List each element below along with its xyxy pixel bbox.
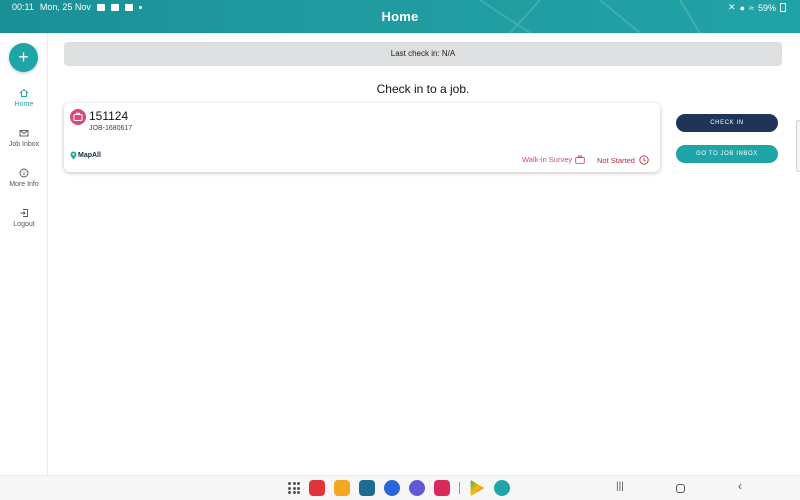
- sidebar-item-label: Job Inbox: [8, 141, 40, 148]
- sidebar-item-job-inbox[interactable]: Job Inbox: [0, 128, 48, 148]
- mail-icon: [19, 130, 29, 137]
- play-store-icon[interactable]: [470, 480, 485, 496]
- back-icon[interactable]: ‹: [738, 479, 742, 493]
- job-icon-badge: [70, 109, 86, 125]
- clock-icon: [639, 155, 649, 165]
- sidebar: + Home Job Inbox More Info Logout: [0, 33, 48, 475]
- add-button[interactable]: +: [9, 43, 38, 72]
- last-check-in-banner: Last check in: N/A: [64, 42, 782, 66]
- files-icon[interactable]: [334, 480, 350, 496]
- internet-icon[interactable]: [409, 480, 425, 496]
- job-reference: JOB-1680617: [89, 125, 133, 132]
- map-pin-icon: [70, 151, 77, 160]
- info-icon: [19, 168, 29, 178]
- app-dock: [288, 480, 510, 496]
- sidebar-item-label: Logout: [13, 221, 35, 228]
- check-in-heading: Check in to a job.: [376, 82, 470, 96]
- job-type: Walk-in Survey: [522, 155, 585, 164]
- home-nav-icon[interactable]: [676, 484, 685, 493]
- sidebar-item-more-info[interactable]: More Info: [0, 168, 48, 188]
- job-status: Not Started: [597, 155, 649, 165]
- apps-grid-icon[interactable]: [288, 482, 300, 494]
- logout-icon: [20, 209, 28, 217]
- sidebar-item-label: Home: [14, 101, 34, 108]
- check-in-button[interactable]: CHECK IN: [676, 114, 778, 132]
- home-icon: [19, 88, 29, 97]
- recent-apps-icon[interactable]: |||: [616, 481, 624, 492]
- job-status-label: Not Started: [597, 155, 635, 165]
- job-card[interactable]: 151124 JOB-1680617 MapAll Walk-in Survey…: [64, 103, 660, 172]
- system-navigation-bar: ||| ‹: [0, 475, 800, 500]
- sidebar-item-home[interactable]: Home: [0, 88, 48, 108]
- job-type-label: Walk-in Survey: [522, 155, 573, 164]
- edge-panel-handle[interactable]: [796, 120, 800, 172]
- brand-name: MapAll: [78, 152, 101, 159]
- mapall-logo: MapAll: [70, 151, 101, 160]
- mapall-app-icon[interactable]: [494, 480, 510, 496]
- camera-icon[interactable]: [434, 480, 450, 496]
- briefcase-outline-icon: [575, 155, 585, 164]
- app-red-icon[interactable]: [309, 480, 325, 496]
- messages-icon[interactable]: [384, 480, 400, 496]
- dock-divider: [459, 482, 460, 494]
- job-number: 151124: [89, 109, 129, 123]
- sidebar-item-logout[interactable]: Logout: [0, 208, 48, 228]
- top-app-bar: 00:11 Mon, 25 Nov ✕ ● ≈ 59% Home: [0, 0, 800, 33]
- sidebar-item-label: More Info: [9, 181, 39, 188]
- page-title: Home: [381, 9, 419, 24]
- go-to-job-inbox-button[interactable]: GO TO JOB INBOX: [676, 145, 778, 163]
- calendar-icon[interactable]: [359, 480, 375, 496]
- briefcase-icon: [73, 112, 83, 121]
